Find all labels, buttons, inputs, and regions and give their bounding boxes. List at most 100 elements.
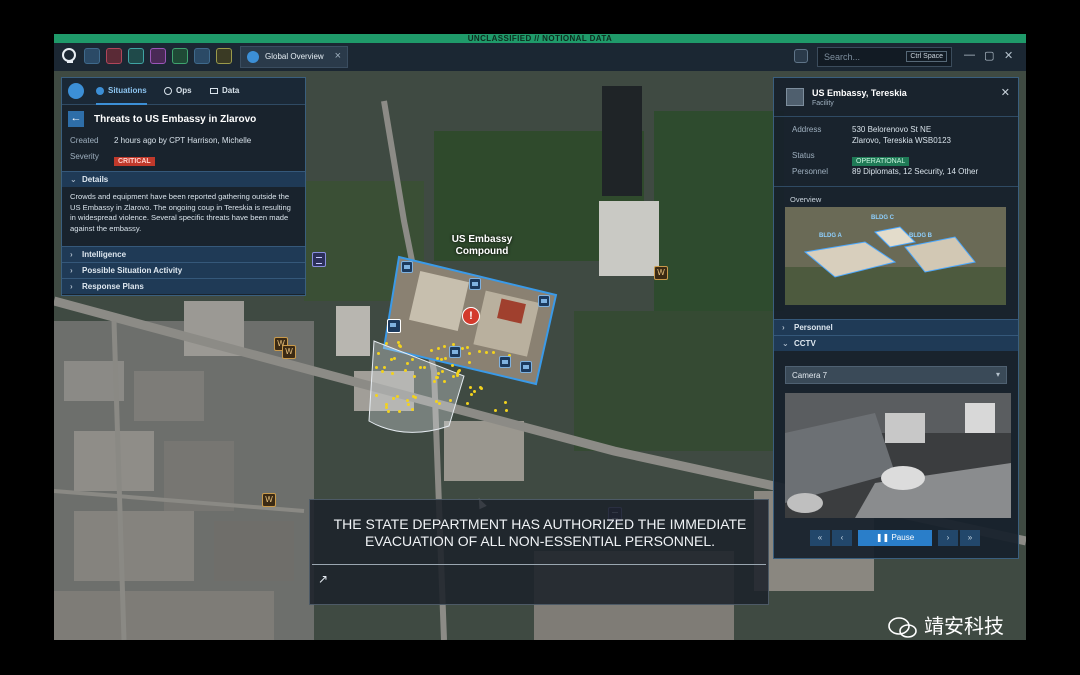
camera-marker[interactable] <box>520 361 532 373</box>
severity-badge: CRITICAL <box>114 157 155 166</box>
crowd-dot <box>494 408 498 412</box>
building-icon <box>786 88 804 106</box>
video-icon[interactable] <box>106 48 122 64</box>
crowd-dot <box>505 408 509 412</box>
globe-icon <box>247 51 259 63</box>
status-label: Status <box>792 151 815 160</box>
crowd-dot <box>386 410 390 414</box>
crowd-dot <box>375 393 379 397</box>
caption-line2: EVACUATION OF ALL NON-ESSENTIAL PERSONNE… <box>364 533 716 549</box>
globe-icon[interactable] <box>84 48 100 64</box>
caption-text: THE STATE DEPARTMENT HAS AUTHORIZED THE … <box>320 516 760 550</box>
section-details[interactable]: ⌄ Details <box>62 171 305 187</box>
status-badge-wrap: OPERATIONAL <box>852 150 910 168</box>
section-possible-activity[interactable]: › Possible Situation Activity <box>62 262 305 278</box>
camera-marker[interactable] <box>401 261 413 273</box>
crowd-dot <box>478 350 482 354</box>
document-marker-icon[interactable] <box>312 252 326 267</box>
compound-label-line2: Compound <box>455 246 509 257</box>
camera-marker[interactable] <box>449 346 461 358</box>
crowd-dot <box>439 357 443 361</box>
previous-icon[interactable]: ‹ <box>832 530 852 546</box>
graph-icon[interactable] <box>194 48 210 64</box>
back-button[interactable]: ← <box>68 111 84 127</box>
threat-alert-icon[interactable]: ! <box>462 307 480 325</box>
crowd-dot <box>380 369 384 373</box>
next-icon[interactable]: › <box>938 530 958 546</box>
facility-panel: US Embassy, Tereskia Facility ✕ Address … <box>773 77 1019 559</box>
caption-divider <box>312 564 766 565</box>
crowd-dot <box>411 407 415 411</box>
cctv-feed[interactable] <box>785 393 1011 518</box>
expand-arrow-icon[interactable]: ↗ <box>318 572 328 586</box>
search-input[interactable]: Search... Ctrl Space <box>817 47 952 67</box>
layers-icon[interactable] <box>216 48 232 64</box>
minimize-icon[interactable]: — <box>964 49 975 61</box>
section-cctv-label: CCTV <box>794 339 816 348</box>
edit-icon[interactable] <box>150 48 166 64</box>
globe-icon[interactable] <box>68 83 84 99</box>
crowd-dot <box>385 405 389 409</box>
address-line2: Zlarovo, Tereskia WSB0123 <box>852 136 952 145</box>
chevron-down-icon: ⌄ <box>70 175 77 184</box>
divider <box>774 186 1018 187</box>
created-label: Created <box>70 136 99 145</box>
personnel-label: Personnel <box>792 167 829 176</box>
crowd-dot <box>391 396 395 400</box>
tab-situations[interactable]: Situations <box>96 78 147 105</box>
tab-data[interactable]: Data <box>210 78 239 104</box>
details-text: Crowds and equipment have been reported … <box>70 192 291 233</box>
camera-marker-selected[interactable] <box>387 319 401 333</box>
crowd-dot <box>449 399 453 403</box>
list-icon[interactable] <box>128 48 144 64</box>
section-response-plans[interactable]: › Response Plans <box>62 278 305 294</box>
activity-marker-icon[interactable]: W <box>282 345 296 359</box>
facility-title: US Embassy, Tereskia <box>812 88 907 98</box>
shortcut-hint: Ctrl Space <box>906 51 947 62</box>
crowd-dot <box>382 365 386 369</box>
tab-ops[interactable]: Ops <box>164 78 192 104</box>
camera-marker[interactable] <box>499 356 511 368</box>
tab-global-overview[interactable]: Global Overview × <box>240 46 348 68</box>
crowd-dot <box>440 370 444 374</box>
crowd-dot <box>484 350 488 354</box>
close-window-icon[interactable]: ✕ <box>1004 49 1013 62</box>
close-icon[interactable]: ✕ <box>1001 86 1010 99</box>
crowd-dot <box>393 356 397 360</box>
table-icon[interactable] <box>172 48 188 64</box>
wechat-logo-icon <box>888 616 918 639</box>
activity-marker-icon[interactable]: W <box>654 266 668 280</box>
section-personnel[interactable]: › Personnel <box>774 319 1018 335</box>
crowd-dot <box>469 386 473 390</box>
crowd-dot <box>442 380 446 384</box>
personnel-value: 89 Diplomats, 12 Security, 14 Other <box>852 167 979 176</box>
inbox-icon[interactable] <box>794 49 808 63</box>
camera-select[interactable]: Camera 7 ▾ <box>785 366 1007 384</box>
crowd-dot <box>413 375 417 379</box>
overview-label: Overview <box>790 195 822 204</box>
crowd-dot <box>390 372 394 376</box>
camera-marker[interactable] <box>469 278 481 290</box>
activity-marker-icon[interactable]: W <box>262 493 276 507</box>
pause-button[interactable]: ❚❚ Pause <box>858 530 932 546</box>
rewind-icon[interactable]: « <box>810 530 830 546</box>
fast-forward-icon[interactable]: » <box>960 530 980 546</box>
overview-image[interactable]: BLDG A BLDG C BLDG B <box>785 207 1006 305</box>
classification-banner: UNCLASSIFIED // NOTIONAL DATA <box>54 34 1026 43</box>
chevron-right-icon: › <box>70 250 73 259</box>
pause-label: Pause <box>891 533 915 542</box>
situation-panel: Situations Ops Data ← Threats to US Emba… <box>61 77 306 296</box>
close-icon[interactable]: × <box>335 50 341 62</box>
maximize-icon[interactable]: ▢ <box>984 49 994 62</box>
crowd-dot <box>406 361 410 365</box>
crowd-dot <box>377 351 381 355</box>
camera-marker[interactable] <box>538 295 550 307</box>
bldg-a-label: BLDG A <box>819 233 842 239</box>
section-intelligence[interactable]: › Intelligence <box>62 246 305 262</box>
app-logo-icon[interactable] <box>62 48 76 63</box>
crowd-dot <box>410 357 414 361</box>
section-cctv[interactable]: ⌄ CCTV <box>774 335 1018 351</box>
chevron-down-icon: ▾ <box>995 370 1000 379</box>
caption-line1: THE STATE DEPARTMENT HAS AUTHORIZED THE … <box>333 516 747 532</box>
crowd-dot <box>492 351 496 355</box>
